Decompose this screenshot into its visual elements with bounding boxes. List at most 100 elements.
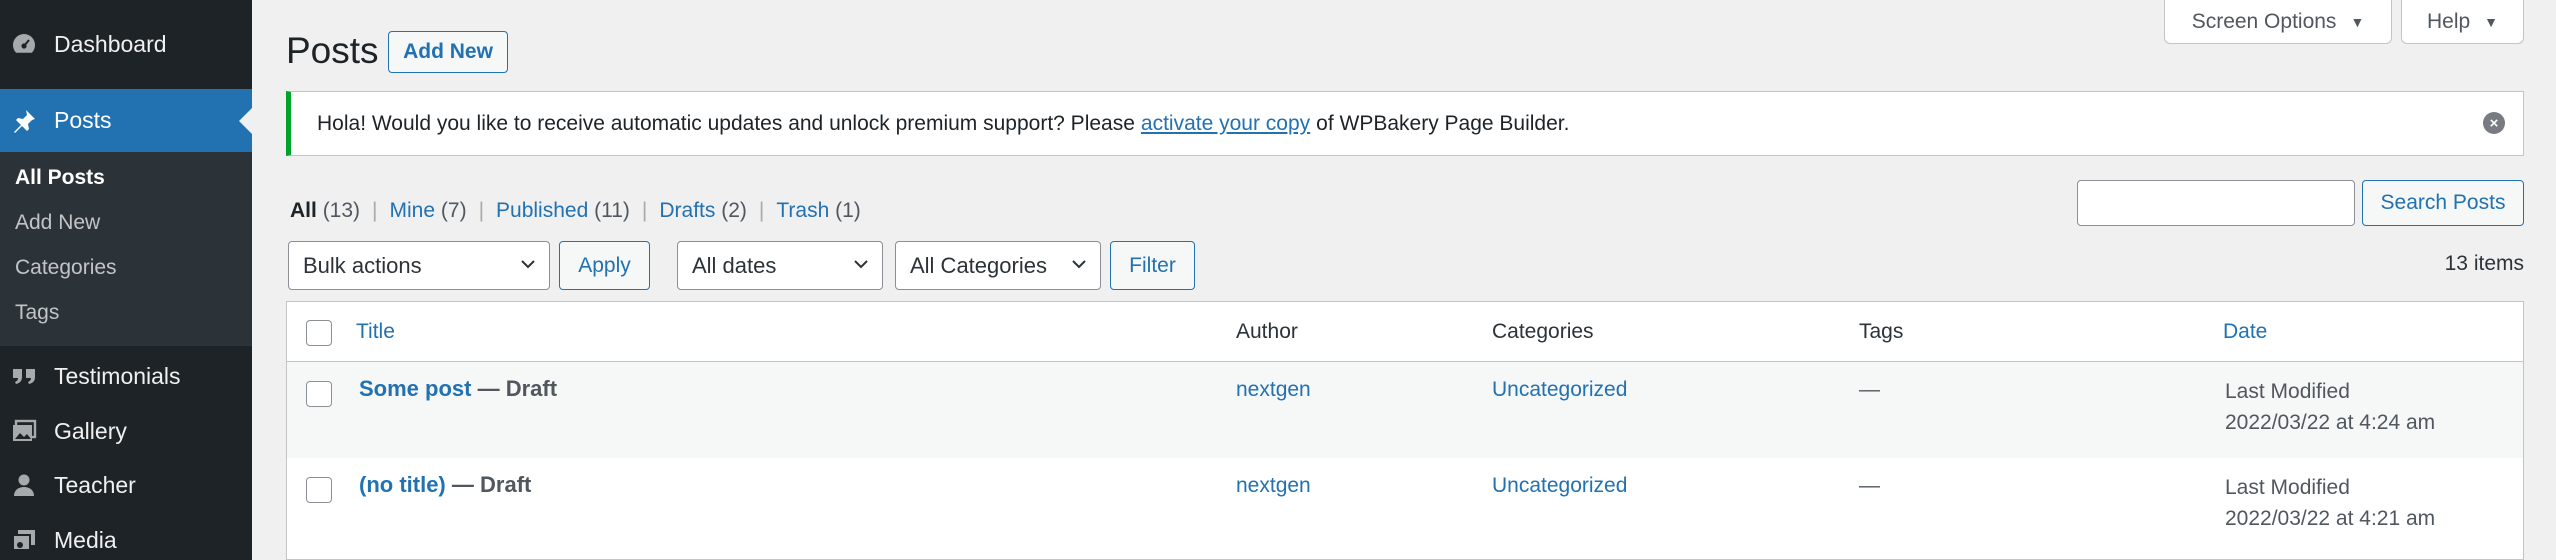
separator: | bbox=[758, 199, 765, 222]
pushpin-icon bbox=[10, 107, 38, 135]
view-count: (11) bbox=[594, 199, 630, 222]
date-value: 2022/03/22 at 4:21 am bbox=[2225, 507, 2436, 530]
screen-options-label: Screen Options bbox=[2191, 9, 2337, 33]
author-link[interactable]: nextgen bbox=[1236, 378, 1311, 402]
page-title: Posts bbox=[286, 30, 379, 71]
table-row: (no title) — Draft nextgen Uncategorized… bbox=[287, 458, 2523, 554]
bulk-actions-value: Bulk actions bbox=[303, 252, 422, 278]
categories-select[interactable]: All Categories bbox=[895, 241, 1101, 290]
view-mine[interactable]: Mine (7) bbox=[390, 199, 467, 223]
view-count: (7) bbox=[440, 199, 467, 222]
admin-sidebar: Dashboard Posts All Posts Add New Catego… bbox=[0, 0, 252, 560]
dates-value: All dates bbox=[692, 252, 777, 278]
author-link[interactable]: nextgen bbox=[1236, 474, 1311, 498]
table-header: Title Author Categories Tags Date bbox=[287, 302, 2523, 362]
date-value: 2022/03/22 at 4:24 am bbox=[2225, 411, 2436, 434]
chevron-down-icon bbox=[521, 260, 535, 269]
filter-button[interactable]: Filter bbox=[1110, 241, 1195, 290]
post-title[interactable]: Some post — Draft bbox=[359, 376, 557, 402]
separator: | bbox=[372, 199, 378, 222]
menu-label-dashboard: Dashboard bbox=[54, 30, 167, 57]
menu-item-gallery[interactable]: Gallery bbox=[0, 409, 252, 453]
submenu-add-new[interactable]: Add New bbox=[15, 211, 100, 235]
category-link[interactable]: Uncategorized bbox=[1492, 378, 1627, 402]
submenu-categories[interactable]: Categories bbox=[15, 256, 117, 280]
post-title-link[interactable]: (no title) bbox=[359, 472, 446, 497]
column-date[interactable]: Date bbox=[2223, 320, 2267, 344]
menu-label-gallery: Gallery bbox=[54, 417, 127, 444]
categories-value: All Categories bbox=[910, 252, 1047, 278]
date-label: Last Modified bbox=[2225, 476, 2350, 499]
column-author: Author bbox=[1236, 320, 1298, 343]
column-tags: Tags bbox=[1859, 320, 1904, 343]
post-state: — Draft bbox=[477, 376, 558, 401]
bulk-actions-select[interactable]: Bulk actions bbox=[288, 241, 550, 290]
dashboard-icon bbox=[10, 30, 38, 58]
menu-label-posts: Posts bbox=[54, 107, 112, 133]
gallery-icon bbox=[10, 417, 38, 445]
table-row: Some post — Draft nextgen Uncategorized … bbox=[287, 362, 2523, 458]
view-label: Drafts bbox=[659, 199, 716, 222]
caret-down-icon: ▼ bbox=[2484, 13, 2499, 30]
help-tab[interactable]: Help ▼ bbox=[2401, 0, 2524, 44]
view-all[interactable]: All (13) bbox=[290, 199, 360, 223]
tags-value: — bbox=[1859, 378, 1880, 401]
date-cell: Last Modified 2022/03/22 at 4:21 am bbox=[2225, 472, 2435, 534]
view-label: Trash bbox=[776, 199, 830, 222]
notice-text-after: of WPBakery Page Builder. bbox=[1316, 111, 1570, 135]
add-new-button[interactable]: Add New bbox=[388, 31, 508, 73]
menu-label-teacher: Teacher bbox=[54, 471, 136, 498]
activate-copy-link[interactable]: activate your copy bbox=[1141, 112, 1310, 136]
menu-item-teacher[interactable]: Teacher bbox=[0, 463, 252, 507]
select-all-checkbox[interactable] bbox=[306, 320, 332, 346]
submenu-tags[interactable]: Tags bbox=[15, 301, 59, 325]
plugin-notice: Hola! Would you like to receive automati… bbox=[286, 91, 2524, 156]
date-cell: Last Modified 2022/03/22 at 4:24 am bbox=[2225, 376, 2435, 438]
view-count: (1) bbox=[835, 199, 861, 222]
view-published[interactable]: Published (11) bbox=[496, 199, 630, 223]
view-trash[interactable]: Trash (1) bbox=[776, 199, 860, 223]
caret-down-icon: ▼ bbox=[2350, 13, 2365, 30]
post-title[interactable]: (no title) — Draft bbox=[359, 472, 531, 498]
chevron-down-icon bbox=[854, 260, 868, 269]
chevron-down-icon bbox=[1072, 260, 1086, 269]
view-count: (2) bbox=[721, 199, 747, 222]
row-checkbox[interactable] bbox=[306, 477, 332, 503]
post-title-link[interactable]: Some post bbox=[359, 376, 471, 401]
separator: | bbox=[478, 199, 485, 222]
menu-label-testimonials: Testimonials bbox=[54, 362, 181, 389]
view-label: All bbox=[290, 199, 317, 222]
posts-table: Title Author Categories Tags Date Some p… bbox=[286, 301, 2524, 560]
items-count: 13 items bbox=[2444, 252, 2524, 275]
view-label: Published bbox=[496, 199, 589, 222]
screen-options-tab[interactable]: Screen Options ▼ bbox=[2164, 0, 2392, 44]
menu-label-media: Media bbox=[54, 526, 117, 553]
menu-item-posts[interactable]: Posts bbox=[0, 89, 252, 152]
view-count: (13) bbox=[322, 199, 361, 222]
menu-item-testimonials[interactable]: Testimonials bbox=[0, 354, 252, 398]
apply-button[interactable]: Apply bbox=[559, 241, 650, 290]
column-categories: Categories bbox=[1492, 320, 1594, 343]
view-drafts[interactable]: Drafts (2) bbox=[659, 199, 747, 223]
dismiss-notice-icon[interactable]: × bbox=[2483, 112, 2505, 134]
menu-item-media[interactable]: Media bbox=[0, 518, 252, 560]
tags-value: — bbox=[1859, 474, 1880, 497]
column-title[interactable]: Title bbox=[356, 320, 395, 344]
row-checkbox[interactable] bbox=[306, 381, 332, 407]
quote-icon bbox=[10, 362, 38, 390]
separator: | bbox=[641, 199, 648, 222]
search-posts-input[interactable] bbox=[2077, 180, 2355, 226]
search-posts-button[interactable]: Search Posts bbox=[2362, 180, 2524, 226]
notice-text-before: Hola! Would you like to receive automati… bbox=[317, 111, 1135, 135]
user-icon bbox=[10, 471, 38, 499]
help-label: Help bbox=[2426, 9, 2471, 33]
dates-select[interactable]: All dates bbox=[677, 241, 883, 290]
view-label: Mine bbox=[389, 199, 436, 222]
posts-submenu: All Posts Add New Categories Tags bbox=[0, 152, 252, 346]
menu-item-dashboard[interactable]: Dashboard bbox=[0, 22, 252, 66]
date-label: Last Modified bbox=[2225, 380, 2350, 403]
category-link[interactable]: Uncategorized bbox=[1492, 474, 1627, 498]
post-status-filters: All (13) | Mine (7) | Published (11) | D… bbox=[290, 199, 861, 223]
media-icon bbox=[10, 526, 38, 554]
submenu-all-posts[interactable]: All Posts bbox=[15, 166, 105, 190]
